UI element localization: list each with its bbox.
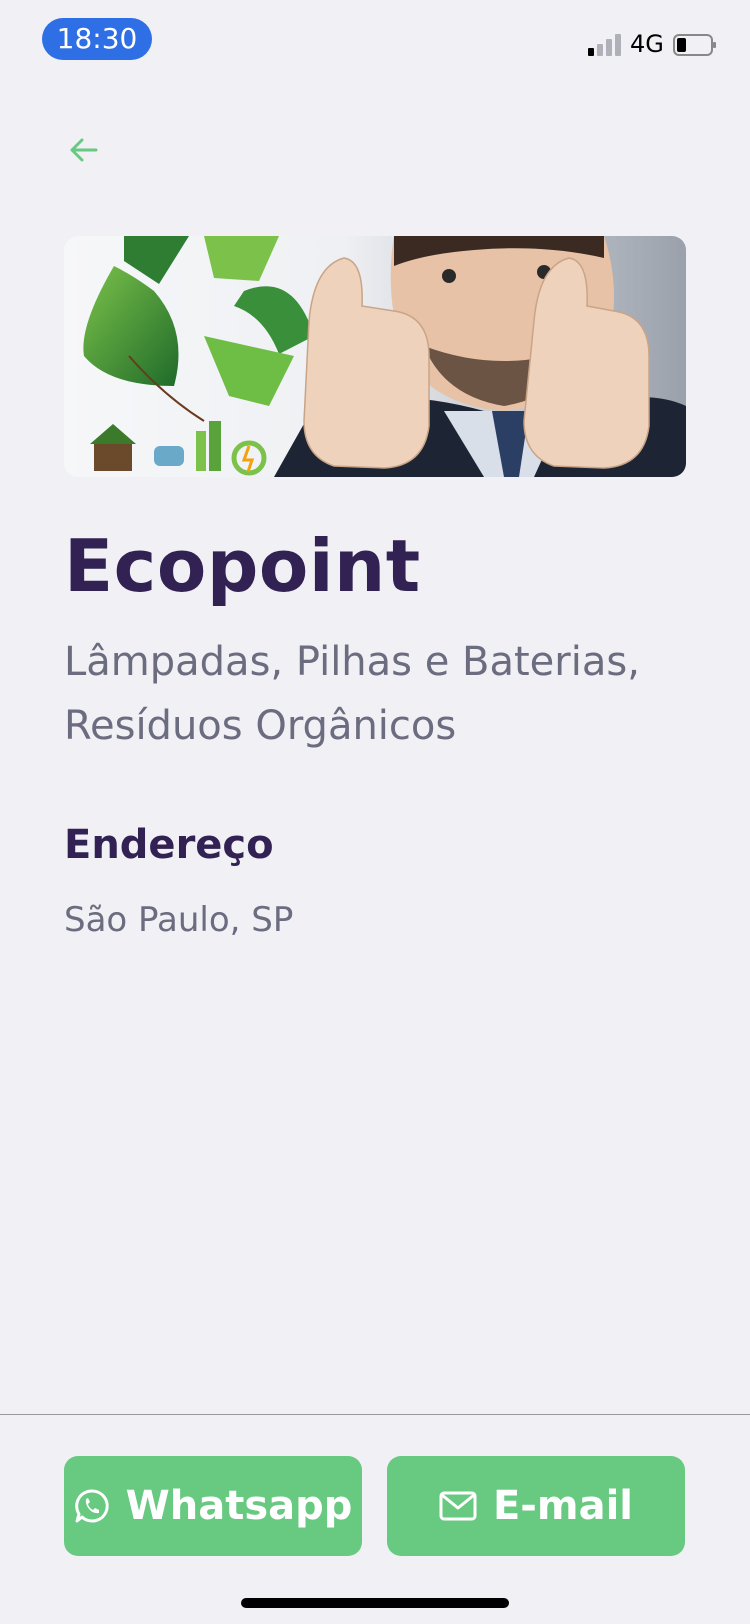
whatsapp-label: Whatsapp [125, 1483, 353, 1529]
footer-divider [0, 1414, 750, 1415]
whatsapp-button[interactable]: Whatsapp [64, 1456, 362, 1556]
address-text: São Paulo, SP [64, 900, 294, 940]
mail-icon [439, 1491, 477, 1521]
email-button[interactable]: E-mail [387, 1456, 685, 1556]
signal-icon [588, 34, 624, 56]
whatsapp-icon [74, 1489, 109, 1523]
point-items: Lâmpadas, Pilhas e Baterias, Resíduos Or… [64, 639, 640, 749]
home-indicator[interactable] [241, 1598, 509, 1608]
status-time: 18:30 [42, 18, 152, 60]
back-button[interactable] [64, 130, 104, 170]
point-image [64, 236, 686, 477]
status-bar: 18:30 4G [0, 0, 750, 80]
battery-icon [673, 34, 716, 56]
address-title: Endereço [64, 822, 274, 868]
point-title: Ecopoint [64, 524, 421, 608]
email-label: E-mail [492, 1483, 634, 1529]
network-label: 4G [630, 30, 664, 58]
arrow-left-icon [70, 138, 98, 162]
